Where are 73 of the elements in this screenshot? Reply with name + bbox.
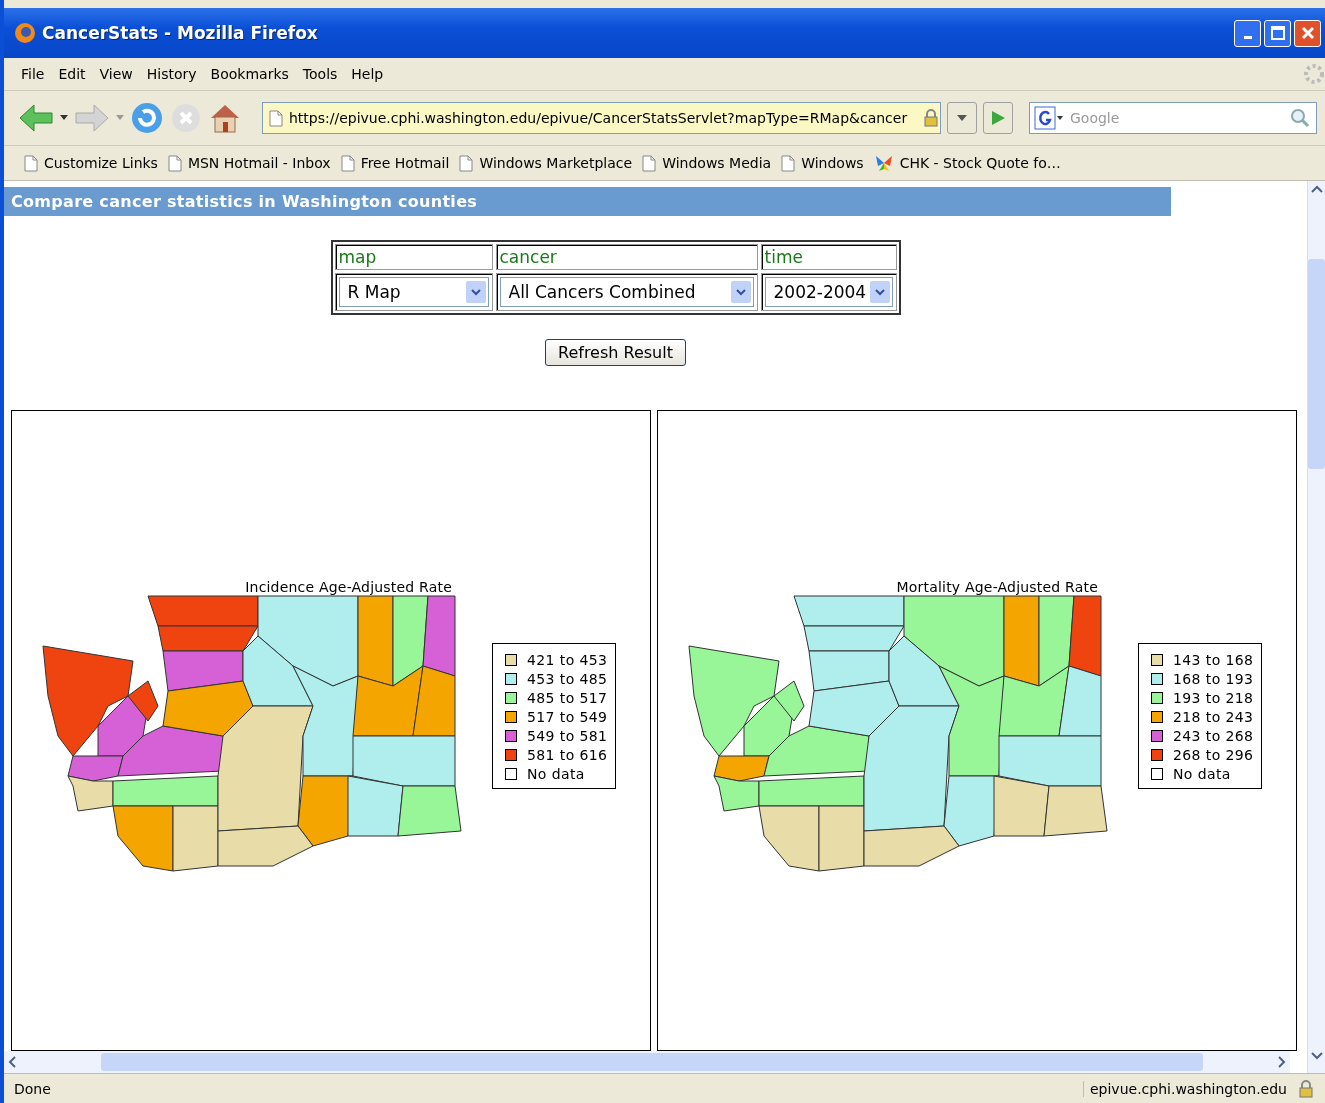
back-button[interactable]	[18, 103, 54, 133]
field-label: cancer	[495, 244, 758, 270]
address-field[interactable]: https://epivue.cphi.washington.edu/epivue/CancerStatsServlet?mapType=RMap&cancer	[262, 102, 941, 134]
menu-item[interactable]: Bookmarks	[203, 64, 296, 84]
dropdown-button[interactable]	[60, 115, 68, 121]
legend-label: No data	[527, 766, 585, 782]
legend-label: 549 to 581	[527, 728, 608, 744]
bookmark-link[interactable]: Customize Links	[24, 154, 158, 172]
menu-item[interactable]: Tools	[295, 64, 345, 84]
map-title: Mortality Age-Adjusted Rate	[896, 579, 1098, 595]
page-icon	[167, 154, 182, 172]
minimize-icon	[1243, 35, 1252, 39]
page-icon	[24, 154, 38, 172]
minimize-button[interactable]	[1234, 19, 1261, 47]
close-button[interactable]	[1294, 19, 1321, 47]
page-icon	[459, 154, 474, 172]
dropdown-button[interactable]	[947, 102, 977, 134]
field-label: map	[334, 244, 493, 270]
caret-icon	[470, 288, 481, 296]
dropdown-arrow-button[interactable]	[869, 281, 890, 303]
bookmark-link[interactable]: Windows Media	[642, 154, 772, 172]
bookmark-link[interactable]: CHK - Stock Quote fo…	[873, 154, 1061, 172]
dropdown-field[interactable]: All Cancers Combined	[499, 277, 754, 307]
page-heading: Compare cancer statistics in Washington counties	[4, 187, 1171, 216]
reload-button[interactable]	[130, 101, 164, 135]
window-title: CancerStats - Mozilla Firefox	[42, 23, 319, 43]
legend-label: 193 to 218	[1173, 690, 1254, 706]
dropdown-arrow-button[interactable]	[465, 281, 486, 303]
legend-label: 268 to 296	[1173, 747, 1254, 763]
bookmark-link[interactable]: MSN Hotmail - Inbox	[167, 154, 331, 172]
bookmark-link[interactable]: Windows Marketplace	[459, 154, 633, 172]
map-title: Incidence Age-Adjusted Rate	[245, 579, 452, 595]
caret-icon	[957, 114, 967, 122]
page-icon	[781, 154, 796, 172]
page-icon	[642, 154, 657, 172]
legend-label: 421 to 453	[527, 652, 608, 668]
legend-label: 517 to 549	[527, 709, 608, 725]
dropdown-field[interactable]: R Map	[338, 277, 489, 307]
dropdown-arrow-button[interactable]	[730, 281, 751, 303]
throbber-icon	[1303, 63, 1325, 85]
close-icon	[1300, 26, 1315, 40]
field-label: time	[760, 244, 897, 270]
menu-item[interactable]: Edit	[51, 64, 93, 84]
legend-label: 218 to 243	[1173, 709, 1254, 725]
bookmark-link[interactable]: Free Hotmail	[340, 154, 450, 172]
caret-icon	[735, 288, 746, 296]
legend-label: 168 to 193	[1173, 671, 1254, 687]
refresh-result-button[interactable]: Refresh Result	[545, 339, 686, 366]
status-text: Done	[14, 1080, 52, 1097]
menu-item[interactable]: File	[14, 64, 52, 84]
legend-label: 485 to 517	[527, 690, 608, 706]
caret-icon	[874, 288, 885, 296]
butterfly-logo-icon	[873, 154, 894, 172]
browser-logo-icon	[14, 22, 36, 44]
legend-label: 143 to 168	[1173, 652, 1254, 668]
legend-label: 581 to 616	[527, 747, 608, 763]
maximize-icon	[1270, 26, 1285, 40]
legend-label: 453 to 485	[527, 671, 608, 687]
status-host: epivue.cphi.washington.edu	[1083, 1080, 1287, 1097]
lock-icon	[1297, 1079, 1315, 1098]
dropdown-field[interactable]: 2002-2004	[764, 277, 893, 307]
menu-item[interactable]: History	[139, 64, 204, 84]
maximize-button[interactable]	[1264, 19, 1291, 47]
legend-label: No data	[1173, 766, 1231, 782]
bookmark-link[interactable]: Windows	[781, 154, 864, 172]
legend-label: 243 to 268	[1173, 728, 1254, 744]
menu-item[interactable]: Help	[344, 64, 391, 84]
lock-icon	[922, 109, 940, 127]
menu-item[interactable]: View	[92, 64, 140, 84]
search-box[interactable]: Google	[1029, 102, 1317, 134]
play-arrow-icon	[990, 109, 1006, 127]
page-icon	[269, 109, 283, 127]
page-icon	[340, 154, 355, 172]
